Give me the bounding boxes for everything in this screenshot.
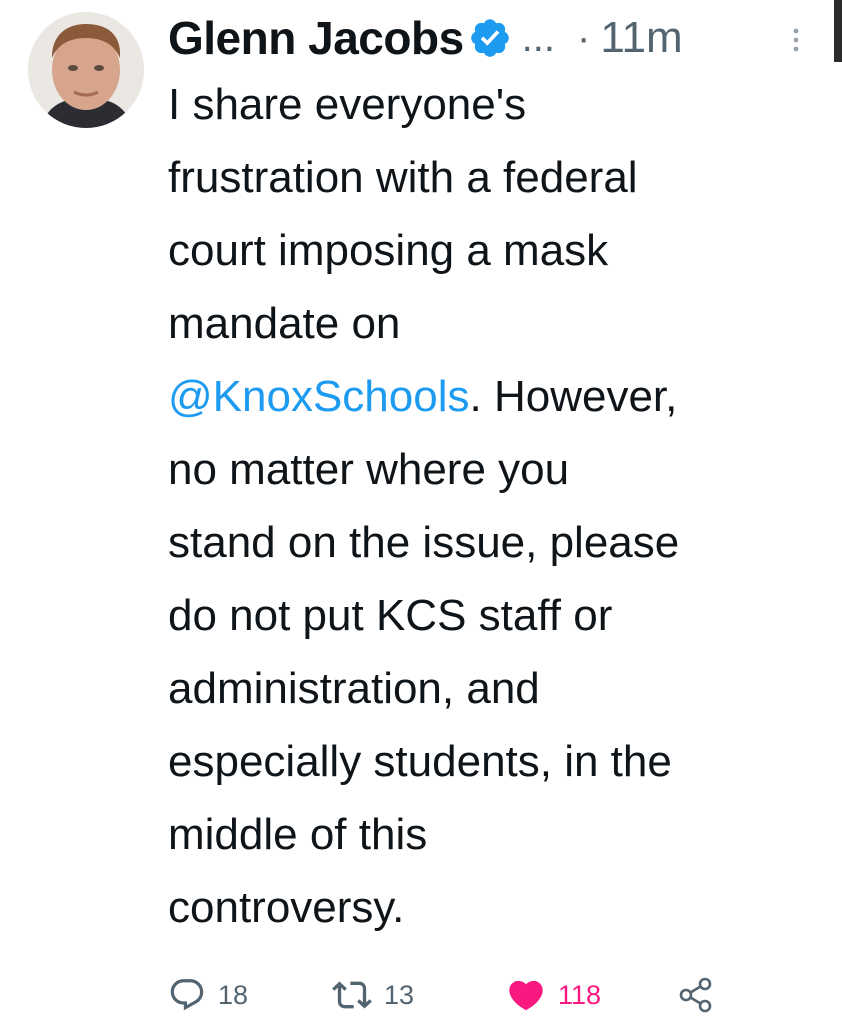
retweet-count: 13 <box>384 979 415 1010</box>
mention-link[interactable]: @KnoxSchools <box>168 372 470 421</box>
tweet-text-line: I share everyone's <box>168 80 527 129</box>
tweet-text-line: stand on the issue, please <box>168 518 680 567</box>
avatar[interactable] <box>28 12 144 128</box>
heart-icon <box>506 975 546 1015</box>
share-icon <box>676 975 716 1015</box>
more-vertical-icon[interactable] <box>790 26 802 54</box>
reply-button[interactable]: 18 <box>168 970 248 1020</box>
tweet-text-line: court imposing a mask <box>168 226 609 275</box>
author-name[interactable]: Glenn Jacobs <box>168 11 464 65</box>
author-handle[interactable]: ... <box>522 16 555 61</box>
tweet-text-line: no matter where you <box>168 445 570 494</box>
share-button[interactable] <box>676 970 716 1020</box>
tweet-text-line: controversy. <box>168 883 405 932</box>
tweet-text-line-mention: @KnoxSchools. However, <box>168 360 828 433</box>
verified-badge-icon <box>468 16 512 60</box>
reply-count: 18 <box>218 979 249 1010</box>
tweet[interactable]: Glenn Jacobs ... · 11m I share everyone'… <box>0 0 842 1024</box>
reply-icon <box>168 976 206 1014</box>
tweet-text-line: middle of this <box>168 810 428 859</box>
tweet-text-fragment: . However, <box>469 372 678 421</box>
tweet-actions: 18 13 118 <box>168 970 728 1020</box>
scrollbar-edge <box>834 0 842 62</box>
tweet-text-line: especially students, in the <box>168 737 672 786</box>
tweet-text-line: administration, and <box>168 664 540 713</box>
retweet-icon <box>332 975 372 1015</box>
tweet-text-line: frustration with a federal <box>168 153 638 202</box>
tweet-header: Glenn Jacobs ... · 11m <box>168 10 683 66</box>
like-count: 118 <box>558 979 602 1010</box>
tweet-text-line: do not put KCS staff or <box>168 591 613 640</box>
tweet-text: I share everyone's frustration with a fe… <box>168 68 828 944</box>
separator-dot: · <box>577 15 591 60</box>
retweet-button[interactable]: 13 <box>332 970 414 1020</box>
timestamp[interactable]: 11m <box>600 13 682 63</box>
like-button[interactable]: 118 <box>506 970 601 1020</box>
tweet-text-line: mandate on <box>168 299 401 348</box>
avatar-image <box>28 12 144 128</box>
